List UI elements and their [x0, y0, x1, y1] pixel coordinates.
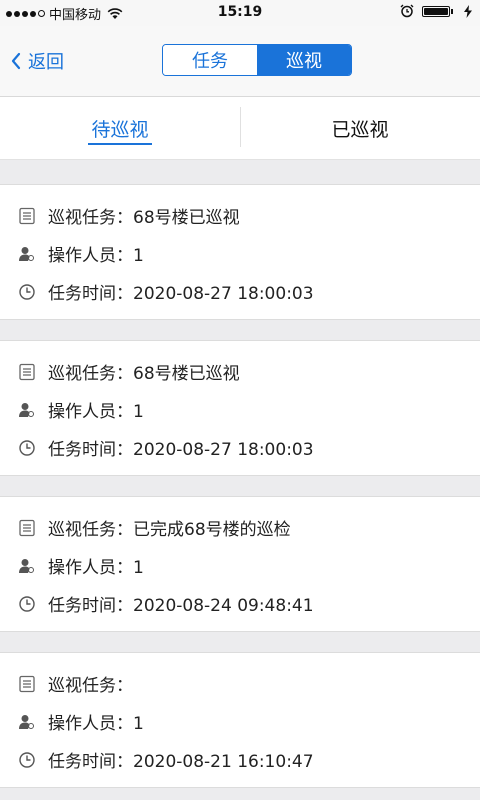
operator-row: 操作人员：1 [18, 241, 144, 266]
chevron-left-icon [11, 52, 21, 70]
person-icon [19, 558, 34, 573]
clock-icon [19, 283, 35, 300]
task-name-label: 巡视任务： [48, 676, 133, 696]
time-value: 2020-08-27 18:00:03 [133, 284, 314, 304]
task-name-label: 巡视任务： [48, 520, 133, 540]
clock-icon [19, 751, 35, 768]
list-icon [19, 675, 35, 692]
time-row: 任务时间：2020-08-27 18:00:03 [18, 435, 314, 460]
alarm-icon [400, 4, 414, 18]
tab-bar: 待巡视 已巡视 [0, 97, 480, 160]
task-card[interactable]: 巡视任务：68号楼已巡视 操作人员：1 任务时间：2020-08-27 18:0… [0, 184, 480, 320]
tab-completed-label: 已巡视 [331, 118, 389, 141]
tab-pending-label: 待巡视 [91, 118, 149, 141]
operator-value: 1 [133, 558, 144, 578]
time-value: 2020-08-24 09:48:41 [133, 596, 314, 616]
operator-value: 1 [133, 246, 144, 266]
task-name-label: 巡视任务： [48, 364, 133, 384]
time-label: 任务时间： [48, 440, 133, 460]
time-row: 任务时间：2020-08-21 16:10:47 [18, 747, 314, 772]
time-value: 2020-08-27 18:00:03 [133, 440, 314, 460]
clock-icon [19, 595, 35, 612]
operator-label: 操作人员： [48, 714, 133, 734]
task-name-value: 68号楼已巡视 [133, 208, 240, 228]
tab-pending[interactable]: 待巡视 [0, 97, 240, 159]
operator-label: 操作人员： [48, 402, 133, 422]
person-icon [19, 246, 34, 261]
status-bar: 中国移动 15:19 [0, 0, 480, 26]
nav-bar: 返回 任务 巡视 [0, 26, 480, 97]
tab-active-indicator [88, 143, 152, 145]
battery-icon [422, 4, 456, 18]
task-name-row: 巡视任务： [18, 671, 133, 696]
segment-inspection[interactable]: 巡视 [257, 45, 351, 75]
operator-row: 操作人员：1 [18, 709, 144, 734]
task-card[interactable]: 巡视任务：68号楼已巡视 操作人员：1 任务时间：2020-08-27 18:0… [0, 340, 480, 476]
task-card[interactable]: 巡视任务：已完成68号楼的巡检 操作人员：1 任务时间：2020-08-24 0… [0, 496, 480, 632]
status-right [400, 4, 472, 18]
time-row: 任务时间：2020-08-24 09:48:41 [18, 591, 314, 616]
time-label: 任务时间： [48, 596, 133, 616]
operator-label: 操作人员： [48, 558, 133, 578]
task-name-row: 巡视任务：已完成68号楼的巡检 [18, 515, 291, 540]
task-name-value: 已完成68号楼的巡检 [133, 520, 291, 540]
list-icon [19, 363, 35, 380]
clock-icon [19, 439, 35, 456]
operator-label: 操作人员： [48, 246, 133, 266]
operator-row: 操作人员：1 [18, 397, 144, 422]
task-name-label: 巡视任务： [48, 208, 133, 228]
time-label: 任务时间： [48, 752, 133, 772]
time-row: 任务时间：2020-08-27 18:00:03 [18, 279, 314, 304]
charging-icon [464, 4, 472, 18]
operator-value: 1 [133, 714, 144, 734]
task-name-row: 巡视任务：68号楼已巡视 [18, 203, 240, 228]
segment-tasks[interactable]: 任务 [163, 45, 257, 75]
task-name-row: 巡视任务：68号楼已巡视 [18, 359, 240, 384]
person-icon [19, 402, 34, 417]
operator-value: 1 [133, 402, 144, 422]
task-name-value: 68号楼已巡视 [133, 364, 240, 384]
task-card[interactable]: 巡视任务： 操作人员：1 任务时间：2020-08-21 16:10:47 [0, 652, 480, 788]
segmented-control: 任务 巡视 [162, 44, 352, 76]
time-value: 2020-08-21 16:10:47 [133, 752, 314, 772]
list-icon [19, 519, 35, 536]
back-label: 返回 [28, 52, 64, 73]
tab-completed[interactable]: 已巡视 [240, 97, 480, 159]
operator-row: 操作人员：1 [18, 553, 144, 578]
person-icon [19, 714, 34, 729]
list-icon [19, 207, 35, 224]
back-button[interactable]: 返回 [10, 48, 64, 74]
time-label: 任务时间： [48, 284, 133, 304]
